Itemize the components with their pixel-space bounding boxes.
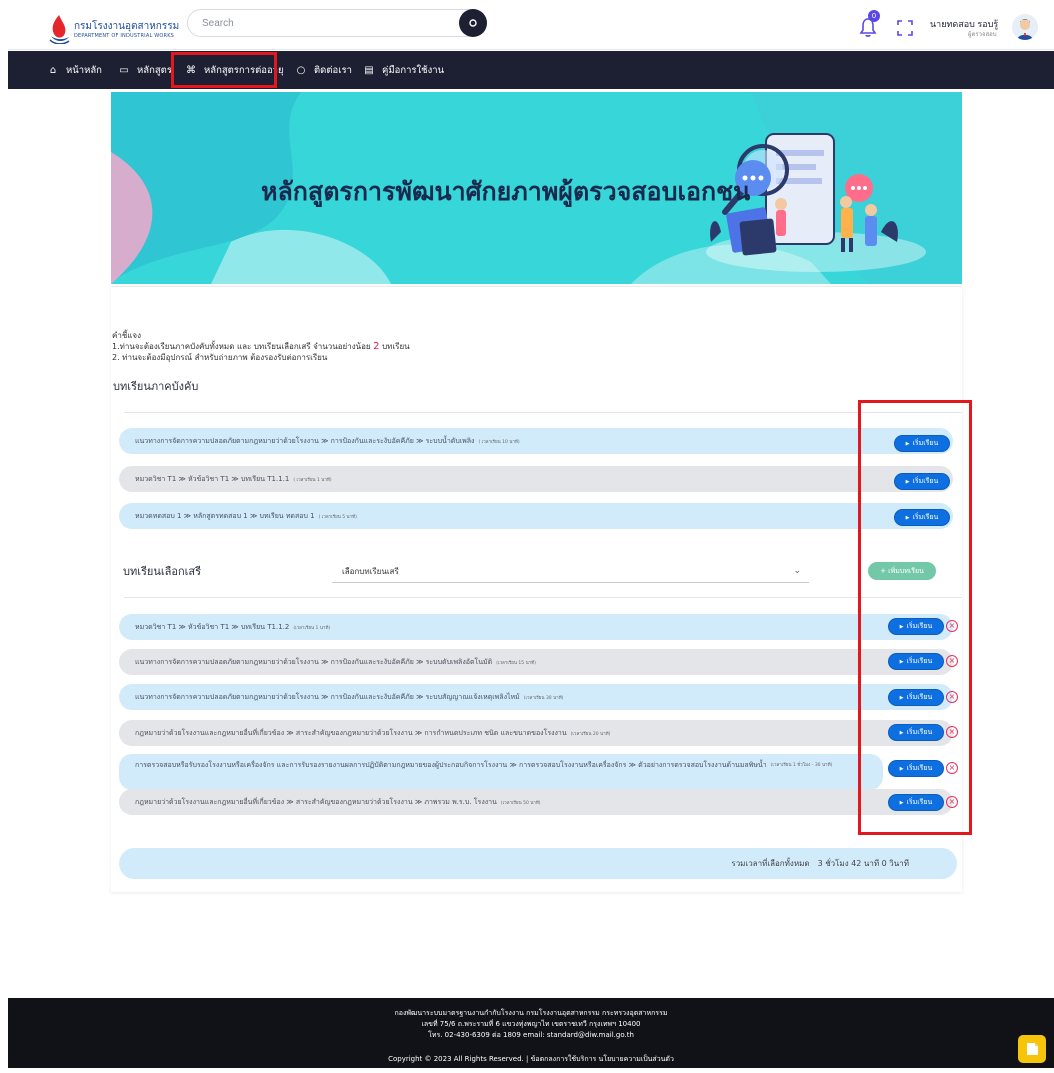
lesson-duration: (เวลาเรียน 1 ชั่วโมง - 30 นาที) (770, 763, 833, 768)
home-icon: ⌂ (49, 64, 57, 76)
elective-section-title: บทเรียนเลือกเสรี (123, 565, 202, 578)
total-time-label: รวมเวลาที่เลือกทั้งหมด (731, 859, 810, 868)
top-header: กรมโรงงานอุตสาหกรรม DEPARTMENT OF INDUST… (8, 8, 1054, 50)
nav-item-home[interactable]: ⌂ หน้าหลัก (46, 51, 102, 89)
nav-label: หน้าหลัก (66, 64, 102, 76)
instructions-heading: คำชี้แจง (112, 331, 142, 340)
note-icon (1027, 1043, 1038, 1055)
avatar[interactable] (1012, 14, 1038, 40)
buttons-highlight-box (858, 400, 972, 835)
hero-banner: หลักสูตรการพัฒนาศักยภาพผู้ตรวจสอบเอกชน (111, 92, 962, 284)
elective-lesson-row: กฎหมายว่าด้วยโรงงานและกฎหมายอื่นที่เกี่ย… (119, 720, 953, 746)
elective-lesson-row: แนวทางการจัดการความปลอดภัยตามกฎหมายว่าด้… (119, 649, 953, 675)
lesson-duration: ( เวลาเรียน 5 นาที) (318, 514, 357, 520)
lesson-duration: (เวลาเรียน 30 นาที) (523, 695, 564, 701)
footer-org: กองพัฒนาระบบมาตรฐานงานกำกับโรงงาน กรมโรง… (394, 1009, 668, 1017)
nav-label: คู่มือการใช้งาน (382, 64, 445, 76)
chevron-down-icon: ⌄ (793, 566, 801, 576)
lesson-duration: (เวลาเรียน 50 นาที) (500, 800, 541, 806)
search-icon (469, 19, 477, 27)
mandatory-lesson-row: หมวดทดสอบ 1 ≫ หลักสูตรทดสอบ 1 ≫ บทเรียน … (119, 503, 953, 529)
lesson-path: หมวดวิชา T1 ≫ หัวข้อวิชา T1 ≫ บทเรียน T1… (135, 622, 290, 631)
instructions: คำชี้แจง 1.ท่านจะต้องเรียนภาคบังคับทั้งห… (112, 330, 410, 363)
logo-english-text: DEPARTMENT OF INDUSTRIAL WORKS (74, 33, 175, 39)
search-button[interactable] (459, 9, 487, 37)
footer-copyright[interactable]: Copyright © 2023 All Rights Reserved. | … (8, 1054, 1054, 1065)
footer-address: เลขที่ 75/6 ถ.พระรามที่ 6 แขวงทุ่งพญาไท … (421, 1020, 641, 1028)
divider (124, 597, 962, 598)
hero-title: หลักสูตรการพัฒนาศักยภาพผู้ตรวจสอบเอกชน (261, 177, 751, 206)
notification-badge: 0 (868, 10, 880, 22)
select-value: เลือกบทเรียนเสรี (342, 567, 399, 576)
lesson-duration: ( เวลาเรียน 10 นาที) (478, 439, 520, 445)
elective-lesson-row: การตรวจสอบหรือรับรองโรงงานหรือเครื่องจัก… (119, 754, 883, 790)
diw-logo[interactable]: กรมโรงงานอุตสาหกรรม DEPARTMENT OF INDUST… (48, 12, 188, 46)
lesson-path: แนวทางการจัดการความปลอดภัยตามกฎหมายว่าด้… (135, 436, 475, 445)
instructions-line-1: 1.ท่านจะต้องเรียนภาคบังคับทั้งหมด และ บท… (112, 341, 410, 352)
footer-contact: โทร. 02-430-6309 ต่อ 1809 email: standar… (428, 1031, 634, 1039)
book-icon: ▤ (364, 64, 374, 76)
lesson-duration: (เวลาเรียน 1 นาที) (293, 625, 331, 631)
footer: กองพัฒนาระบบมาตรฐานงานกำกับโรงงาน กรมโรง… (8, 998, 1054, 1068)
elective-lesson-select[interactable]: เลือกบทเรียนเสรี ⌄ (332, 561, 809, 583)
chat-icon: ○ (296, 64, 306, 76)
monitor-icon: ▭ (119, 64, 129, 76)
nav-label: หลักสูตร (137, 64, 172, 76)
lesson-path: หมวดทดสอบ 1 ≫ หลักสูตรทดสอบ 1 ≫ บทเรียน … (135, 511, 315, 520)
mandatory-section-title: บทเรียนภาคบังคับ (113, 380, 199, 393)
lesson-path: หมวดวิชา T1 ≫ หัวข้อวิชา T1 ≫ บทเรียน T1… (135, 474, 290, 483)
lesson-path: กฎหมายว่าด้วยโรงงานและกฎหมายอื่นที่เกี่ย… (135, 728, 567, 737)
total-time-bar: รวมเวลาที่เลือกทั้งหมด 3 ชั่วโมง 42 นาที… (119, 848, 957, 879)
fullscreen-icon[interactable] (897, 20, 913, 36)
lesson-path: กฎหมายว่าด้วยโรงงานและกฎหมายอื่นที่เกี่ย… (135, 797, 497, 806)
instructions-line-1-suffix: บทเรียน (382, 342, 410, 351)
chat-widget-button[interactable] (1018, 1035, 1046, 1063)
search-box (187, 9, 487, 37)
instructions-line-2: 2. ท่านจะต้องมีอุปกรณ์ สำหรับถ่ายภาพ ต้อ… (112, 353, 328, 362)
main-nav: ⌂ หน้าหลัก ▭ หลักสูตร ⌘ หลักสูตรการต่ออา… (8, 51, 1054, 89)
nav-label: ติดต่อเรา (314, 64, 352, 76)
user-role: ผู้ตรวจสอบ (968, 31, 997, 38)
nav-item-contact[interactable]: ○ ติดต่อเรา (294, 51, 352, 89)
search-input[interactable] (188, 10, 458, 36)
nav-highlight-box (171, 52, 277, 88)
logo-thai-text: กรมโรงงานอุตสาหกรรม (74, 21, 180, 32)
required-count: 2 (373, 341, 380, 352)
instructions-line-1-text: 1.ท่านจะต้องเรียนภาคบังคับทั้งหมด และ บท… (112, 342, 371, 351)
mandatory-lesson-row: แนวทางการจัดการความปลอดภัยตามกฎหมายว่าด้… (119, 428, 953, 454)
mandatory-lesson-row: หมวดวิชา T1 ≫ หัวข้อวิชา T1 ≫ บทเรียน T1… (119, 466, 953, 492)
elective-lesson-row: แนวทางการจัดการความปลอดภัยตามกฎหมายว่าด้… (119, 684, 953, 710)
nav-item-courses[interactable]: ▭ หลักสูตร (117, 51, 172, 89)
lesson-path: การตรวจสอบหรือรับรองโรงงานหรือเครื่องจัก… (135, 761, 767, 769)
elective-lesson-row: หมวดวิชา T1 ≫ หัวข้อวิชา T1 ≫ บทเรียน T1… (119, 614, 953, 640)
lesson-path: แนวทางการจัดการความปลอดภัยตามกฎหมายว่าด้… (135, 657, 493, 666)
elective-lesson-row: กฎหมายว่าด้วยโรงงานและกฎหมายอื่นที่เกี่ย… (119, 789, 953, 815)
divider (124, 412, 962, 413)
diw-logo-icon (49, 15, 70, 44)
lesson-path: แนวทางการจัดการความปลอดภัยตามกฎหมายว่าด้… (135, 692, 520, 701)
lesson-duration: ( เวลาเรียน 1 นาที) (293, 477, 332, 483)
lesson-duration: (เวลาเรียน 15 นาที) (496, 660, 536, 666)
lesson-duration: (เวลาเรียน 20 นาที) (570, 731, 611, 737)
user-avatar-icon (1012, 14, 1038, 40)
nav-item-manual[interactable]: ▤ คู่มือการใช้งาน (362, 51, 444, 89)
total-time-value: 3 ชั่วโมง 42 นาที 0 วินาที (817, 859, 909, 868)
